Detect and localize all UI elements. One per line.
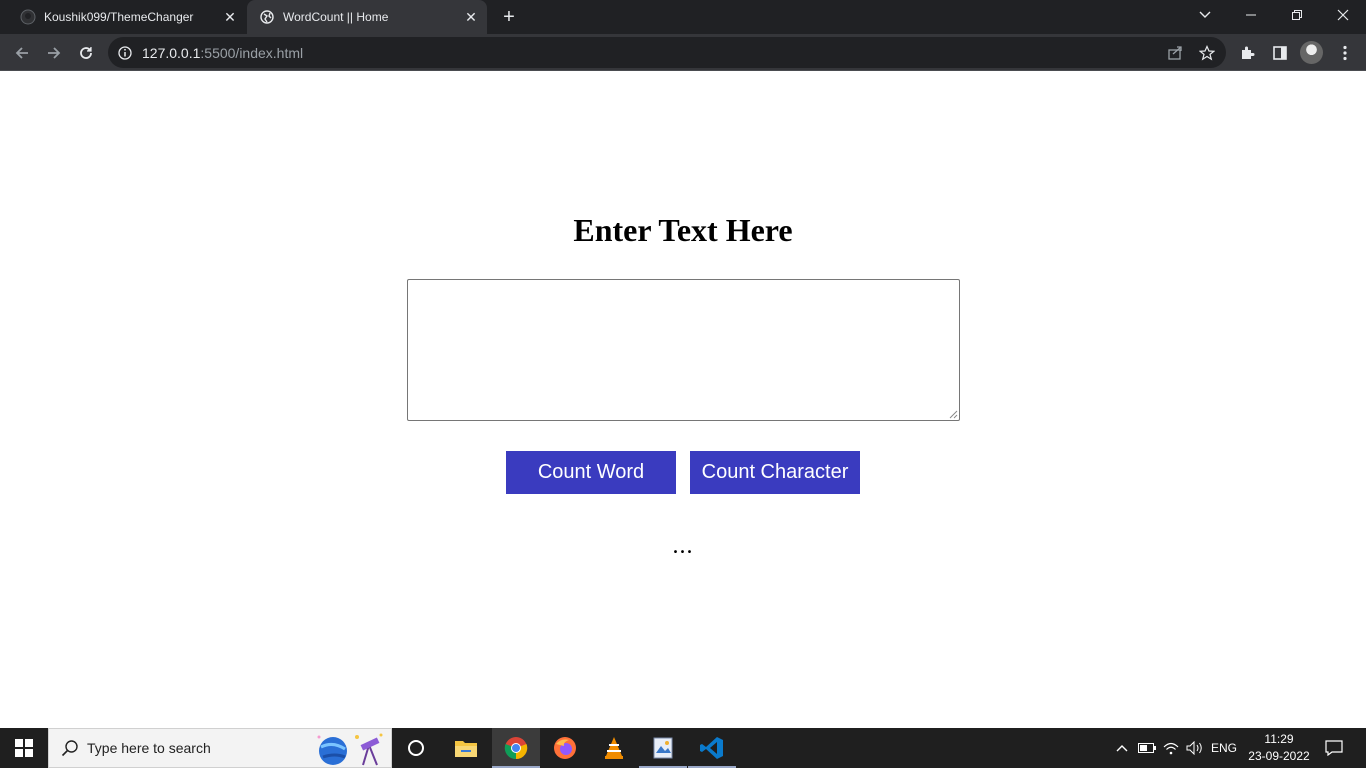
firefox-icon[interactable] (541, 728, 589, 768)
count-word-button[interactable]: Count Word (506, 451, 676, 494)
address-bar[interactable]: 127.0.0.1:5500/index.html (108, 37, 1226, 68)
window-controls (1228, 0, 1366, 30)
close-icon[interactable]: ✕ (220, 7, 240, 27)
show-hidden-icons-chevron-icon[interactable] (1112, 728, 1132, 768)
search-placeholder: Type here to search (87, 740, 211, 756)
url-host: 127.0.0.1 (142, 44, 201, 61)
page-heading: Enter Text Here (573, 212, 793, 248)
profile-avatar[interactable] (1300, 41, 1323, 64)
url-path: :5500/index.html (200, 44, 304, 61)
clock-time: 11:29 (1264, 732, 1294, 746)
file-explorer-icon[interactable] (442, 728, 490, 768)
bookmark-star-icon[interactable] (1194, 40, 1220, 66)
browser-tab-strip: Koushik099/ThemeChanger ✕ WordCount || H… (0, 0, 1366, 34)
vscode-icon[interactable] (688, 728, 736, 768)
close-icon[interactable]: ✕ (461, 7, 481, 27)
clock-date: 23-09-2022 (1248, 749, 1310, 763)
result-output: ... (672, 533, 694, 559)
minimize-icon[interactable] (1228, 0, 1274, 30)
taskbar-search-box[interactable]: Type here to search (48, 728, 392, 768)
forward-arrow-icon[interactable] (40, 39, 68, 67)
close-window-icon[interactable] (1320, 0, 1366, 30)
search-highlight-illustration-icon (317, 733, 383, 766)
volume-icon[interactable] (1184, 728, 1206, 768)
count-character-button[interactable]: Count Character (690, 451, 860, 494)
battery-icon[interactable] (1136, 728, 1158, 768)
page-content: Enter Text Here Count Word Count Charact… (0, 71, 1366, 728)
photo-app-icon[interactable] (639, 728, 687, 768)
back-arrow-icon[interactable] (8, 39, 36, 67)
windows-taskbar: Type here to search ENG 11:29 23-09-2022 (0, 728, 1366, 768)
cortana-icon[interactable] (392, 728, 440, 768)
notification-center-icon[interactable] (1320, 728, 1348, 768)
more-menu-icon[interactable] (1331, 39, 1359, 67)
share-icon[interactable] (1162, 40, 1188, 66)
browser-toolbar: 127.0.0.1:5500/index.html (0, 34, 1366, 71)
restore-icon[interactable] (1274, 0, 1320, 30)
search-icon (61, 739, 79, 757)
tab-wordcount[interactable]: WordCount || Home ✕ (247, 0, 487, 34)
language-indicator[interactable]: ENG (1208, 728, 1240, 768)
side-panel-icon[interactable] (1266, 39, 1294, 67)
vlc-icon[interactable] (590, 728, 638, 768)
globe-icon (259, 9, 275, 25)
chrome-icon[interactable] (492, 728, 540, 768)
reload-icon[interactable] (72, 39, 100, 67)
tab-title: WordCount || Home (283, 10, 389, 24)
url-text: 127.0.0.1:5500/index.html (142, 45, 303, 61)
extensions-puzzle-icon[interactable] (1234, 39, 1262, 67)
tab-title: Koushik099/ThemeChanger (44, 10, 194, 24)
github-icon (20, 9, 36, 25)
tab-themechanger[interactable]: Koushik099/ThemeChanger ✕ (8, 0, 246, 34)
wifi-icon[interactable] (1160, 728, 1182, 768)
taskbar-clock[interactable]: 11:29 23-09-2022 (1244, 731, 1314, 765)
tab-search-chevron-icon[interactable] (1194, 4, 1216, 26)
text-input-area[interactable] (407, 279, 960, 421)
resize-handle-icon[interactable] (949, 410, 958, 419)
windows-start-icon[interactable] (0, 728, 48, 768)
new-tab-button[interactable]: + (497, 5, 521, 29)
site-info-icon[interactable] (108, 37, 142, 68)
